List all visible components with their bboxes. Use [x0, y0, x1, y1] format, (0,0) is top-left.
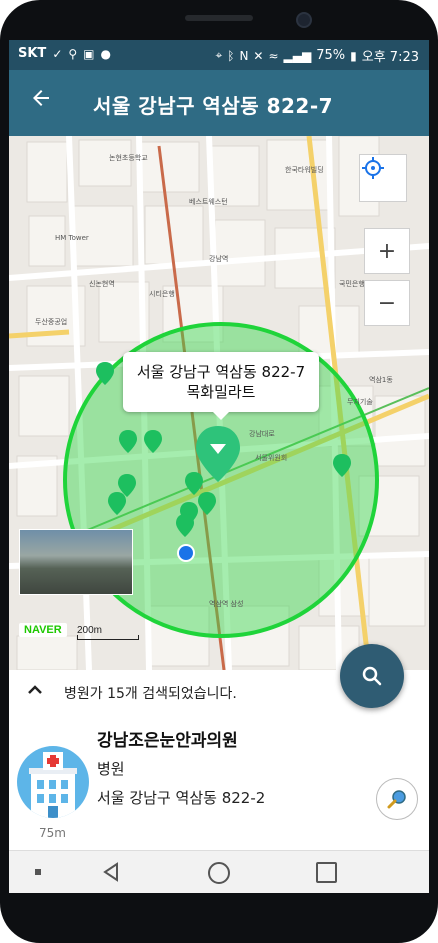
location-icon: ⌖ — [215, 48, 223, 62]
nav-back-graphic — [103, 862, 118, 882]
app-bar: 서울 강남구 역삼동 822-7 — [9, 70, 429, 136]
place-category: 병원 — [97, 760, 125, 778]
map-label: 두산중공업 — [35, 317, 67, 326]
nav-back-icon[interactable] — [101, 862, 121, 886]
map-label: 논현초등학교 — [109, 153, 148, 162]
hospital-graphic — [29, 752, 77, 818]
map-label: 베스트웨스턴 — [189, 197, 228, 206]
magnifier-icon[interactable] — [376, 778, 418, 820]
zoom-out-button[interactable]: − — [364, 280, 410, 326]
phone-frame: SKT ✓ ⚲ ▣ ● ⌖ ᛒ N ✕ ≈ ▂▄▆ 75% ▮ 오후 7:23 — [0, 0, 438, 943]
map-label: 강남대로 — [249, 429, 275, 438]
map-label: 역삼역 삼성 — [209, 599, 243, 608]
check-icon: ✓ — [52, 46, 63, 61]
status-left: SKT ✓ ⚲ ▣ ● — [18, 46, 111, 61]
place-name[interactable]: 강남조은눈안과의원 — [97, 726, 238, 751]
nav-recents-icon[interactable] — [316, 862, 337, 883]
map-label: 시티은행 — [149, 289, 175, 298]
arrow-left-icon[interactable] — [27, 86, 55, 116]
back-arrow-graphic — [33, 90, 49, 106]
nav-home-icon[interactable] — [208, 862, 230, 884]
page-title: 서울 강남구 역삼동 822-7 — [93, 94, 334, 118]
result-count-text: 병원가 15개 검색되었습니다. — [64, 686, 237, 702]
street-view-thumbnail[interactable] — [19, 529, 133, 595]
map-view[interactable]: HM Tower 신논현역 논현초등학교 두산중공업 베스트웨스턴 강남역 한국… — [9, 136, 429, 670]
usb-icon: ⚲ — [68, 46, 78, 61]
mute-icon: ✕ — [253, 48, 264, 63]
locate-graphic — [362, 157, 384, 179]
image-icon: ▣ — [83, 46, 95, 61]
screen: SKT ✓ ⚲ ▣ ● ⌖ ᛒ N ✕ ≈ ▂▄▆ 75% ▮ 오후 7:23 — [9, 40, 429, 893]
status-bar: SKT ✓ ⚲ ▣ ● ⌖ ᛒ N ✕ ≈ ▂▄▆ 75% ▮ 오후 7:23 — [9, 40, 429, 70]
battery-icon: ▮ — [350, 48, 357, 63]
distance-label: 75m — [39, 826, 66, 840]
system-nav-bar — [9, 850, 429, 893]
tooltip-address: 서울 강남구 역삼동 822-7 — [136, 363, 306, 381]
scale-bar — [77, 635, 139, 640]
map-label: 서울위원회 — [255, 453, 287, 462]
carrier-label: SKT — [18, 46, 47, 61]
tooltip-building: 목화밀라트 — [186, 383, 256, 401]
wifi-icon: ≈ — [268, 48, 279, 63]
nfc-icon: N — [239, 48, 249, 63]
chat-icon: ● — [100, 46, 111, 61]
naver-logo: NAVER — [19, 623, 67, 637]
place-address: 서울 강남구 역삼동 822-2 — [97, 789, 266, 807]
search-icon[interactable] — [340, 644, 404, 708]
search-graphic — [362, 666, 382, 686]
magnifier-graphic — [387, 790, 406, 809]
signal-icon: ▂▄▆ — [283, 48, 312, 63]
clock: 오후 7:23 — [361, 50, 419, 65]
map-label: 역삼1동 — [369, 375, 393, 384]
map-label: 무지기술 — [347, 397, 373, 406]
map-label: HM Tower — [55, 234, 89, 242]
speaker-grille — [185, 15, 253, 21]
front-camera — [296, 12, 312, 28]
map-label: 신논현역 — [89, 279, 115, 288]
chevron-up-icon[interactable] — [27, 682, 43, 701]
battery-percent: 75% — [316, 48, 346, 63]
nav-dot-icon — [35, 869, 41, 875]
map-label: 강남역 — [209, 254, 228, 263]
bluetooth-icon: ᛒ — [227, 48, 235, 63]
map-label: 국민은행 — [339, 279, 365, 288]
crosshair-icon[interactable] — [359, 154, 407, 202]
zoom-in-button[interactable]: + — [364, 228, 410, 274]
hospital-icon — [17, 746, 89, 818]
map-label: 한국타워빌딩 — [285, 165, 324, 174]
selected-place-tooltip[interactable]: 서울 강남구 역삼동 822-7 목화밀라트 — [123, 352, 319, 420]
chevron-graphic — [28, 685, 42, 694]
status-right: ⌖ ᛒ N ✕ ≈ ▂▄▆ 75% ▮ 오후 7:23 — [215, 46, 419, 65]
